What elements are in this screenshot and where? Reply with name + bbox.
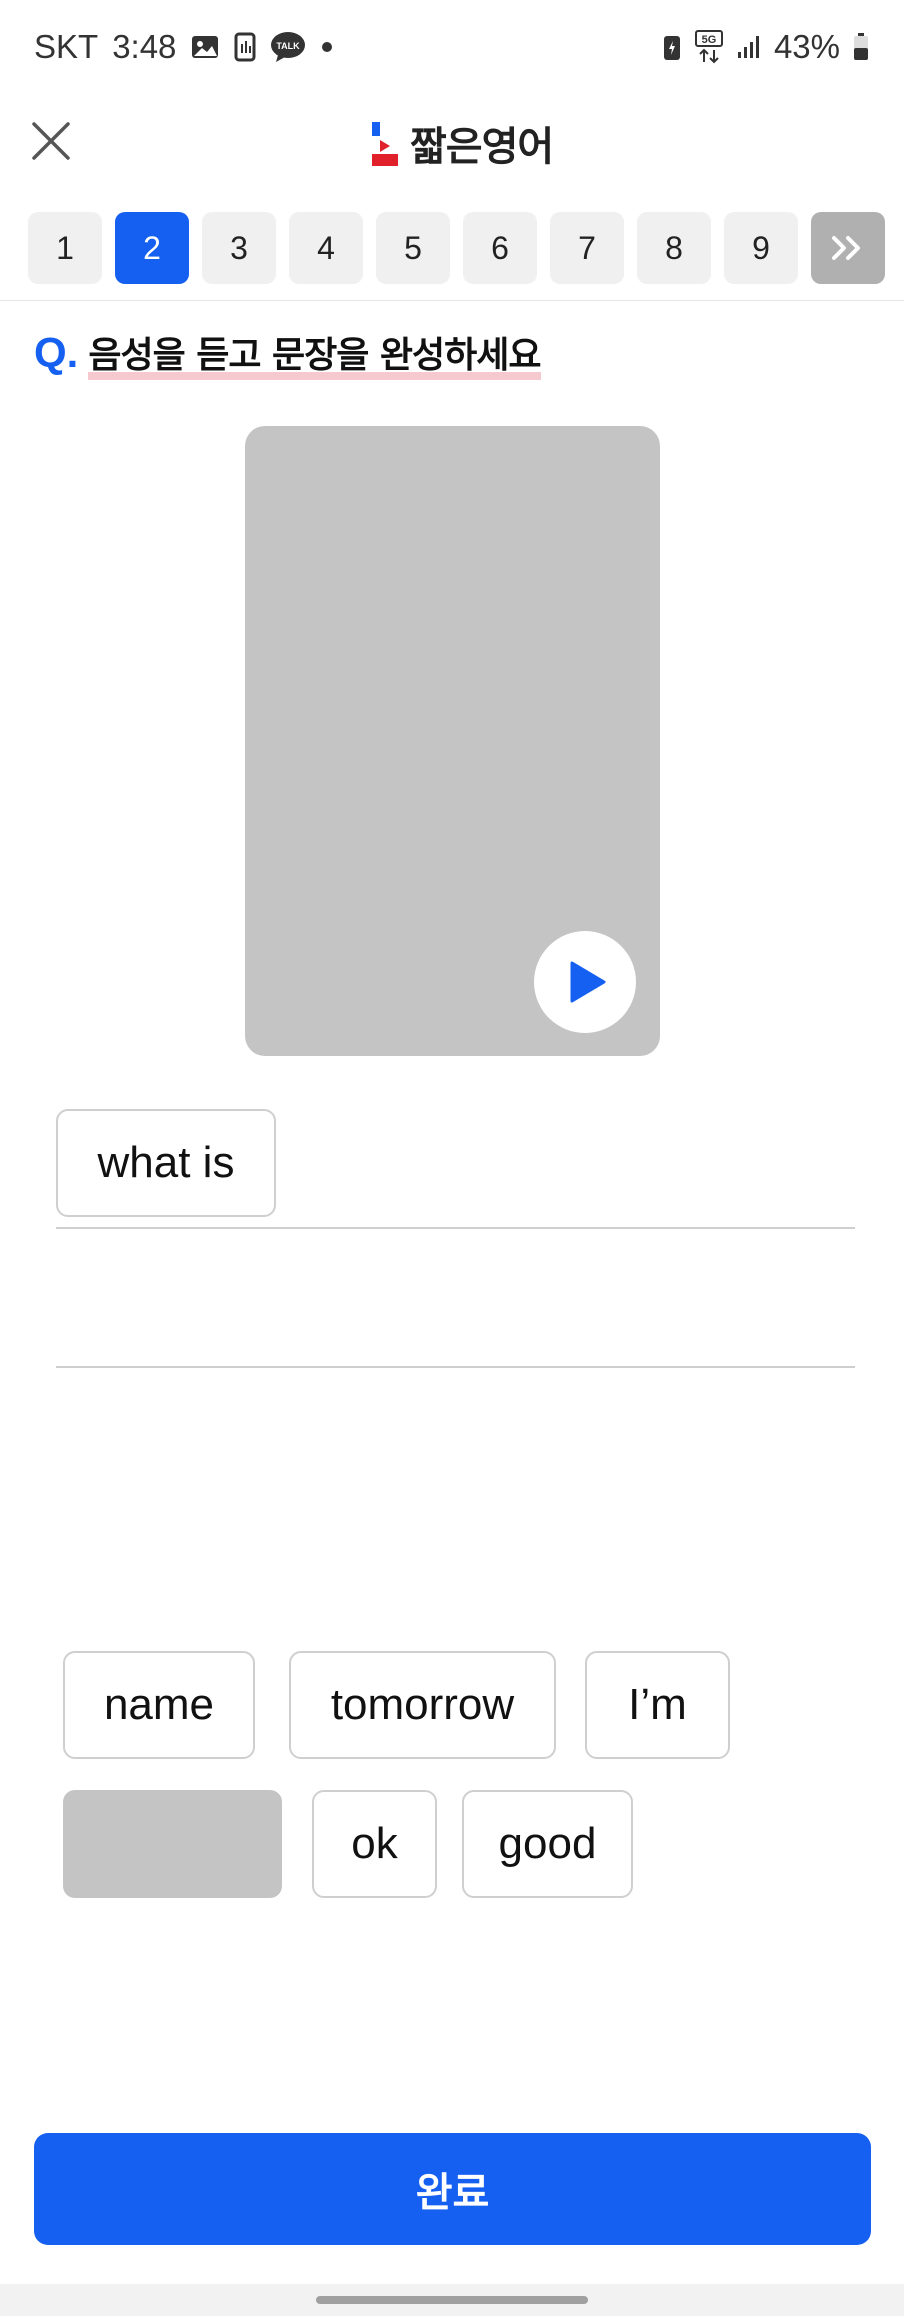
- signal-icon: [736, 34, 762, 60]
- status-right: 5G 43%: [662, 28, 870, 66]
- phone-data-icon: [234, 32, 256, 62]
- clock: 3:48: [112, 28, 177, 65]
- carrier: SKT: [34, 28, 99, 65]
- battery-icon: [852, 32, 870, 62]
- network-5g-label: 5G: [702, 34, 717, 46]
- media-player[interactable]: [245, 426, 660, 1056]
- tab-8[interactable]: 8: [637, 212, 711, 284]
- logo-text: 짧은영어: [410, 124, 554, 170]
- word-chip-good[interactable]: good: [462, 1790, 633, 1898]
- status-bar: SKT 3:48 TALK 5G 43%: [0, 0, 904, 100]
- status-left: SKT 3:48 TALK: [34, 28, 334, 66]
- question-text: 음성을 듣고 문장을 완성하세요: [88, 326, 542, 380]
- svg-text:TALK: TALK: [277, 41, 301, 51]
- word-chip-tomorrow[interactable]: tomorrow: [289, 1651, 556, 1759]
- logo-mark-icon: [372, 118, 400, 168]
- tab-9[interactable]: 9: [724, 212, 798, 284]
- app-header: 짧은영어: [0, 100, 904, 188]
- network-5g-icon: 5G: [694, 30, 724, 64]
- play-icon: [570, 961, 606, 1003]
- battery-percent: 43%: [773, 28, 840, 65]
- double-chevron-right-icon: [832, 236, 860, 260]
- system-nav-bar: [0, 2284, 904, 2316]
- home-indicator[interactable]: [316, 2296, 588, 2304]
- tab-6[interactable]: 6: [463, 212, 537, 284]
- question-tabs: 1 2 3 4 5 6 7 8 9: [28, 212, 885, 284]
- image-icon: [190, 33, 220, 61]
- answer-chip[interactable]: what is: [56, 1109, 276, 1217]
- dot-icon: [320, 40, 334, 54]
- word-chip-used-placeholder: [63, 1790, 282, 1898]
- question-mark-label: Q.: [34, 329, 79, 376]
- word-chip-im[interactable]: I’m: [585, 1651, 730, 1759]
- tab-3[interactable]: 3: [202, 212, 276, 284]
- tab-7[interactable]: 7: [550, 212, 624, 284]
- tab-4[interactable]: 4: [289, 212, 363, 284]
- tab-1[interactable]: 1: [28, 212, 102, 284]
- close-button[interactable]: [26, 116, 76, 166]
- battery-saver-icon: [662, 32, 682, 62]
- tab-5[interactable]: 5: [376, 212, 450, 284]
- screen: SKT 3:48 TALK 5G 43% 짧은영어 1 2 3 4 5 6 7 …: [0, 0, 904, 2316]
- close-icon: [32, 122, 70, 160]
- word-chip-name[interactable]: name: [63, 1651, 255, 1759]
- answer-line-2: [56, 1366, 855, 1368]
- tab-2[interactable]: 2: [115, 212, 189, 284]
- answer-line-1: [56, 1227, 855, 1229]
- complete-button[interactable]: 완료: [34, 2133, 871, 2245]
- app-logo: 짧은영어: [372, 114, 554, 172]
- word-chip-ok[interactable]: ok: [312, 1790, 437, 1898]
- talk-icon: TALK: [270, 31, 306, 63]
- header-divider: [0, 300, 904, 301]
- play-button[interactable]: [534, 931, 636, 1033]
- question-prompt: Q. 음성을 듣고 문장을 완성하세요: [34, 326, 542, 380]
- tab-next-button[interactable]: [811, 212, 885, 284]
